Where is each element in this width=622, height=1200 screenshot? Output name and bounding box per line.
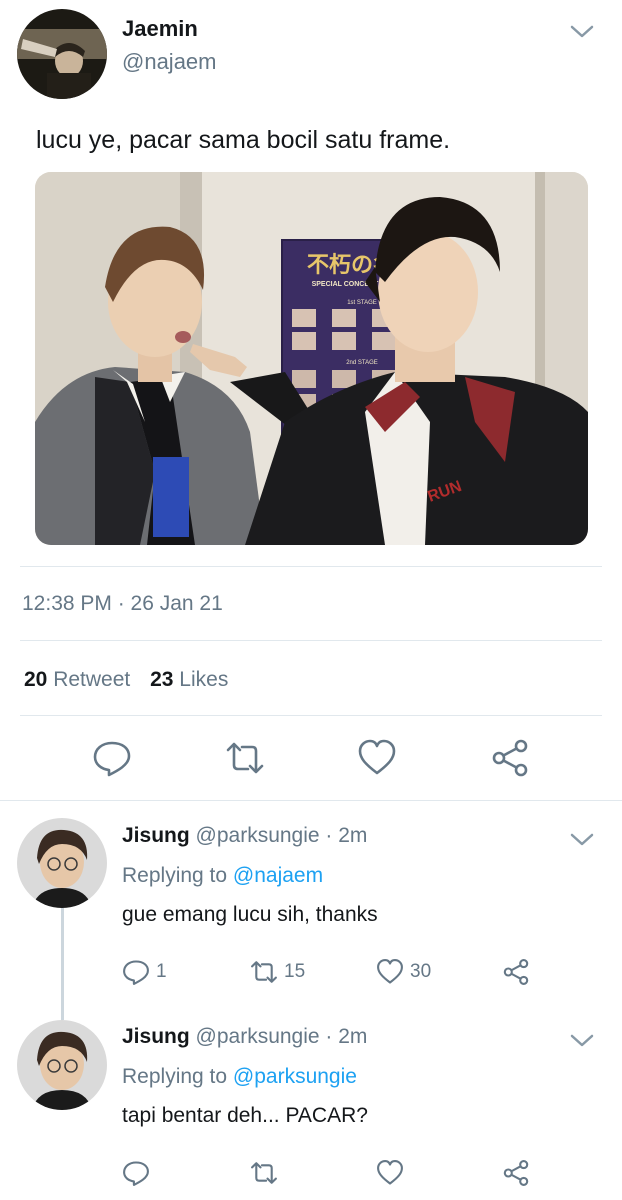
replying-to: Replying to @parksungie (122, 1065, 357, 1089)
like-button[interactable] (376, 1159, 404, 1187)
retweet-count: 15 (284, 961, 306, 982)
reply-author-handle[interactable]: @parksungie · 2m (196, 824, 368, 847)
divider (20, 715, 602, 716)
thread-connector (61, 908, 64, 1020)
chevron-down-icon[interactable] (567, 22, 597, 42)
divider (0, 800, 622, 801)
retweet-button[interactable]: 15 (250, 958, 305, 986)
reply-icon (123, 960, 149, 985)
replying-prefix: Replying to (122, 1065, 233, 1088)
like-count[interactable]: 23 (150, 668, 173, 691)
author-handle[interactable]: @najaem (122, 49, 217, 75)
divider (20, 640, 602, 641)
reply-button[interactable]: 1 (122, 958, 167, 986)
like-count: 30 (410, 961, 432, 982)
chevron-down-icon[interactable] (567, 1031, 597, 1051)
reply-author-name[interactable]: Jisung (122, 824, 190, 847)
reply-icon[interactable] (92, 738, 132, 778)
svg-text:1st STAGE: 1st STAGE (347, 300, 377, 306)
retweet-count[interactable]: 20 (24, 668, 47, 691)
retweet-button[interactable] (250, 1159, 278, 1187)
likes-label[interactable]: Likes (179, 668, 228, 691)
reply-text: gue emang lucu sih, thanks (122, 903, 378, 926)
reply-header: Jisung @parksungie · 2m (122, 824, 367, 848)
retweet-icon[interactable] (225, 738, 265, 778)
author-name[interactable]: Jaemin (122, 16, 198, 42)
like-button[interactable]: 30 (376, 958, 431, 986)
divider (20, 566, 602, 567)
replying-to: Replying to @najaem (122, 864, 323, 888)
share-icon (503, 1160, 529, 1186)
reply-icon (123, 1161, 149, 1186)
tweet-stats: 20 Retweet 23 Likes (24, 668, 228, 692)
reply-text: tapi bentar deh... PACAR? (122, 1104, 368, 1127)
like-icon[interactable] (357, 738, 397, 778)
replying-prefix: Replying to (122, 864, 233, 887)
retweet-label[interactable]: Retweet (53, 668, 130, 691)
retweet-icon (251, 961, 277, 983)
reply-header: Jisung @parksungie · 2m (122, 1025, 367, 1049)
reply-author-handle[interactable]: @parksungie · 2m (196, 1025, 368, 1048)
tweet-text: lucu ye, pacar sama bocil satu frame. (36, 126, 451, 154)
like-icon (377, 1160, 403, 1185)
reply-author-name[interactable]: Jisung (122, 1025, 190, 1048)
replying-mention[interactable]: @najaem (233, 864, 323, 887)
share-icon (503, 959, 529, 985)
share-button[interactable] (502, 958, 530, 986)
retweet-icon (251, 1162, 277, 1184)
reply-avatar[interactable] (17, 1020, 107, 1110)
tweet-photo[interactable]: 不朽の名曲 SPECIAL CONCERT IN JAPAN 1st STAGE… (35, 172, 588, 545)
tweet-timestamp[interactable]: 12:38 PM · 26 Jan 21 (22, 592, 223, 616)
author-avatar[interactable] (17, 9, 107, 99)
like-icon (377, 959, 403, 984)
replying-mention[interactable]: @parksungie (233, 1065, 357, 1088)
reply-avatar[interactable] (17, 818, 107, 908)
chevron-down-icon[interactable] (567, 830, 597, 850)
reply-count: 1 (156, 961, 167, 982)
reply-button[interactable] (122, 1159, 150, 1187)
svg-text:2nd STAGE: 2nd STAGE (346, 360, 378, 366)
share-button[interactable] (502, 1159, 530, 1187)
share-icon[interactable] (490, 738, 530, 778)
